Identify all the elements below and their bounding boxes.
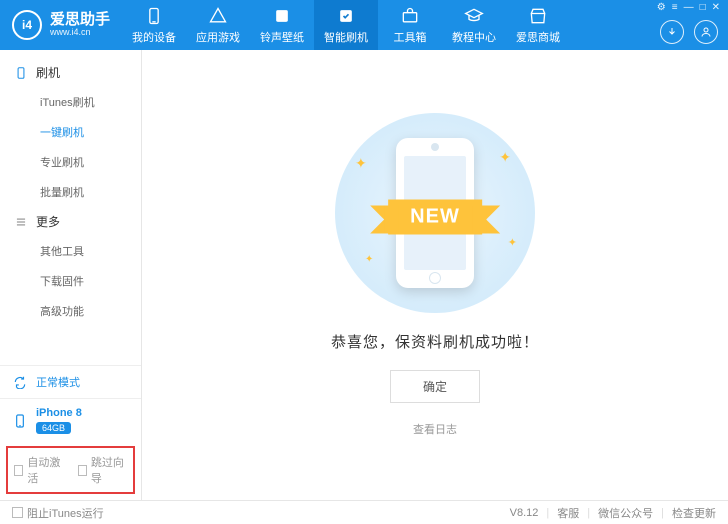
device-name: iPhone 8 (36, 407, 82, 419)
sidebar-item-pro-flash[interactable]: 专业刷机 (0, 147, 141, 177)
menu-icon[interactable]: ≡ (672, 2, 678, 13)
wallpaper-icon (272, 6, 292, 26)
footer-link-update[interactable]: 检查更新 (672, 505, 716, 521)
app-name: 爱思助手 (50, 12, 110, 29)
nav-tutorials[interactable]: 教程中心 (442, 0, 506, 50)
view-log-link[interactable]: 查看日志 (413, 421, 457, 437)
footer-link-wechat[interactable]: 微信公众号 (598, 505, 653, 521)
device-indicator[interactable]: iPhone 8 64GB (0, 398, 141, 442)
user-icon (700, 26, 712, 38)
checkbox-icon (14, 465, 23, 476)
nav-apps[interactable]: 应用游戏 (186, 0, 250, 50)
title-bar: i4 爱思助手 www.i4.cn 我的设备 应用游戏 铃声壁纸 智能刷机 工具… (0, 0, 728, 50)
footer-link-support[interactable]: 客服 (557, 505, 579, 521)
sidebar-item-download-firmware[interactable]: 下载固件 (0, 266, 141, 296)
nav-toolbox[interactable]: 工具箱 (378, 0, 442, 50)
user-button[interactable] (694, 20, 718, 44)
toolbox-icon (400, 6, 420, 26)
maximize-icon[interactable]: □ (700, 2, 706, 13)
nav-flash[interactable]: 智能刷机 (314, 0, 378, 50)
more-icon (14, 215, 28, 229)
logo-icon: i4 (12, 10, 42, 40)
new-ribbon: NEW (388, 200, 482, 235)
settings-icon[interactable]: ⚙ (657, 2, 666, 13)
minimize-icon[interactable]: — (684, 2, 694, 13)
device-icon (14, 66, 28, 80)
top-nav: 我的设备 应用游戏 铃声壁纸 智能刷机 工具箱 教程中心 爱思商城 (122, 0, 570, 50)
success-illustration: ✦✦✦✦ NEW (335, 113, 535, 313)
checkbox-icon (78, 465, 87, 476)
nav-ringtones[interactable]: 铃声壁纸 (250, 0, 314, 50)
sidebar-item-advanced[interactable]: 高级功能 (0, 296, 141, 326)
app-url: www.i4.cn (50, 28, 110, 38)
window-controls: ⚙ ≡ — □ ✕ (657, 2, 720, 13)
sidebar: 刷机 iTunes刷机 一键刷机 专业刷机 批量刷机 更多 其他工具 下载固件 … (0, 50, 142, 500)
phone-icon (144, 6, 164, 26)
nav-my-device[interactable]: 我的设备 (122, 0, 186, 50)
sidebar-item-itunes-flash[interactable]: iTunes刷机 (0, 87, 141, 117)
flash-icon (336, 6, 356, 26)
mode-indicator[interactable]: 正常模式 (0, 365, 141, 398)
phone-icon (12, 411, 28, 431)
version-label: V8.12 (510, 507, 539, 519)
nav-store[interactable]: 爱思商城 (506, 0, 570, 50)
sidebar-item-batch-flash[interactable]: 批量刷机 (0, 177, 141, 207)
sidebar-item-onekey-flash[interactable]: 一键刷机 (0, 117, 141, 147)
apps-icon (208, 6, 228, 26)
success-message: 恭喜您，保资料刷机成功啦！ (331, 331, 539, 352)
checkbox-skip-guide[interactable]: 跳过向导 (78, 454, 128, 486)
app-logo: i4 爱思助手 www.i4.cn (0, 10, 122, 40)
store-icon (528, 6, 548, 26)
checkbox-auto-activate[interactable]: 自动激活 (14, 454, 64, 486)
status-bar: 阻止iTunes运行 V8.12 | 客服 | 微信公众号 | 检查更新 (0, 500, 728, 524)
sidebar-section-flash: 刷机 (0, 58, 141, 87)
download-icon (666, 26, 678, 38)
close-icon[interactable]: ✕ (712, 2, 720, 13)
sidebar-section-more: 更多 (0, 207, 141, 236)
refresh-icon (12, 374, 28, 390)
sidebar-item-other-tools[interactable]: 其他工具 (0, 236, 141, 266)
checkbox-icon (12, 507, 23, 518)
tutorials-icon (464, 6, 484, 26)
confirm-button[interactable]: 确定 (390, 370, 480, 403)
main-content: ✦✦✦✦ NEW 恭喜您，保资料刷机成功啦！ 确定 查看日志 (142, 50, 728, 500)
storage-badge: 64GB (36, 422, 71, 434)
options-highlighted: 自动激活 跳过向导 (6, 446, 135, 494)
checkbox-block-itunes[interactable]: 阻止iTunes运行 (12, 505, 104, 521)
download-button[interactable] (660, 20, 684, 44)
